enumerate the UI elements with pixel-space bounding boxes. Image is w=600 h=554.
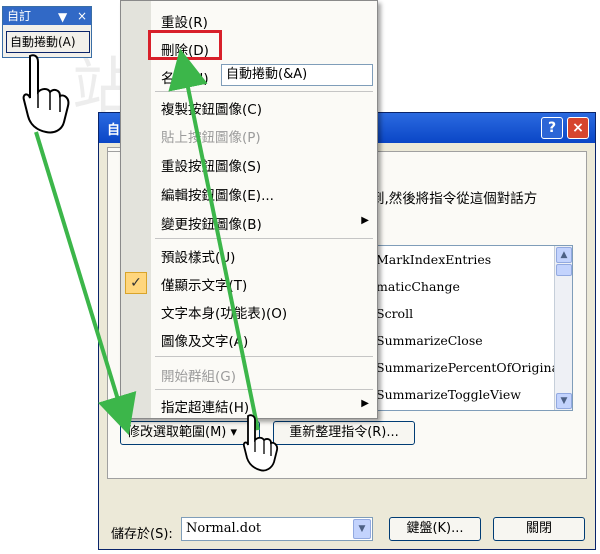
annotation-arrows: [34, 48, 260, 436]
arrow-toolbar-to-modify: [34, 131, 137, 436]
pointing-hand-icon: [242, 414, 279, 472]
arrow-modify-to-delete: [168, 48, 260, 431]
